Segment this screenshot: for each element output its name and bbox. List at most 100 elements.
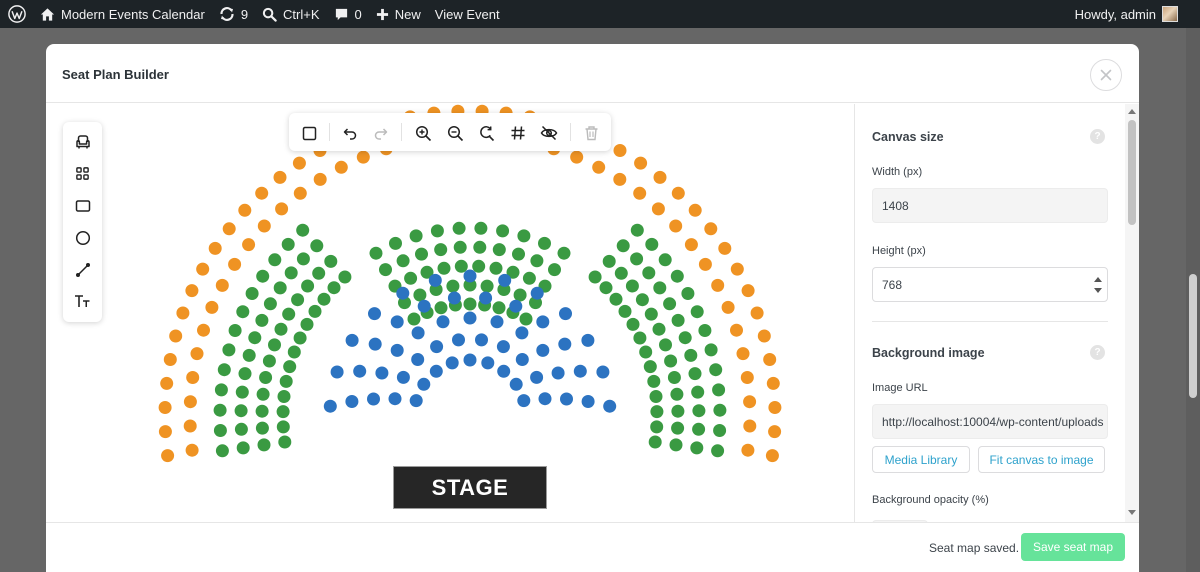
- seat[interactable]: [183, 419, 197, 433]
- seat[interactable]: [274, 322, 288, 336]
- seat[interactable]: [664, 354, 678, 368]
- seat[interactable]: [766, 376, 780, 390]
- seat[interactable]: [670, 387, 684, 401]
- seat[interactable]: [273, 281, 287, 295]
- seat[interactable]: [711, 278, 725, 292]
- seat[interactable]: [496, 224, 510, 238]
- seat[interactable]: [228, 257, 242, 271]
- seat[interactable]: [667, 371, 681, 384]
- seat[interactable]: [713, 424, 727, 437]
- seat[interactable]: [276, 420, 290, 434]
- seat[interactable]: [558, 337, 572, 351]
- seat[interactable]: [538, 392, 552, 406]
- seat[interactable]: [185, 443, 199, 457]
- seat[interactable]: [557, 246, 571, 260]
- seat[interactable]: [718, 241, 732, 255]
- seat[interactable]: [338, 270, 352, 284]
- seat[interactable]: [256, 387, 270, 401]
- seat[interactable]: [262, 354, 276, 368]
- seat[interactable]: [310, 239, 324, 253]
- seat[interactable]: [713, 403, 727, 417]
- seat[interactable]: [642, 266, 656, 280]
- seat[interactable]: [308, 304, 322, 318]
- seat[interactable]: [257, 219, 271, 233]
- seat[interactable]: [160, 376, 174, 390]
- seat[interactable]: [603, 399, 617, 413]
- seat[interactable]: [463, 297, 477, 311]
- seat[interactable]: [356, 150, 370, 164]
- seat[interactable]: [692, 422, 706, 436]
- seat[interactable]: [430, 224, 444, 238]
- seat[interactable]: [279, 374, 293, 388]
- seat[interactable]: [709, 363, 723, 377]
- seat[interactable]: [650, 405, 664, 419]
- seat[interactable]: [222, 222, 236, 236]
- page-scrollbar-thumb[interactable]: [1189, 274, 1197, 398]
- seat[interactable]: [509, 377, 523, 391]
- seat[interactable]: [236, 305, 250, 319]
- seat[interactable]: [530, 286, 544, 300]
- seat[interactable]: [515, 353, 529, 366]
- seat[interactable]: [671, 313, 685, 327]
- seat[interactable]: [639, 345, 653, 359]
- seat[interactable]: [255, 421, 269, 435]
- seat[interactable]: [711, 444, 725, 458]
- seat[interactable]: [454, 259, 468, 273]
- seat[interactable]: [653, 170, 667, 184]
- seat[interactable]: [651, 202, 665, 216]
- seat[interactable]: [389, 236, 402, 250]
- seat[interactable]: [669, 219, 683, 233]
- seat[interactable]: [736, 347, 750, 361]
- seat[interactable]: [513, 288, 527, 302]
- seat[interactable]: [633, 331, 647, 345]
- seat[interactable]: [490, 315, 504, 329]
- seat[interactable]: [515, 326, 529, 340]
- seat[interactable]: [602, 254, 616, 268]
- seat[interactable]: [293, 331, 307, 345]
- seat[interactable]: [551, 366, 565, 380]
- search-shortcut[interactable]: Ctrl+K: [255, 0, 326, 28]
- zoom-out-button[interactable]: [444, 122, 466, 144]
- seat[interactable]: [287, 345, 301, 359]
- width-input[interactable]: 1408: [872, 188, 1108, 223]
- seat[interactable]: [692, 404, 706, 418]
- seat[interactable]: [663, 297, 677, 311]
- text-tool[interactable]: [71, 290, 94, 313]
- seat[interactable]: [559, 307, 572, 321]
- seat[interactable]: [517, 229, 531, 243]
- seat[interactable]: [238, 203, 252, 217]
- seat[interactable]: [626, 317, 640, 331]
- seat[interactable]: [345, 333, 359, 347]
- seat[interactable]: [396, 286, 410, 300]
- seat[interactable]: [649, 390, 663, 403]
- line-tool[interactable]: [71, 258, 94, 281]
- seat[interactable]: [367, 392, 380, 406]
- seat[interactable]: [522, 271, 536, 285]
- seat[interactable]: [492, 243, 506, 257]
- seat[interactable]: [273, 170, 287, 184]
- seat[interactable]: [757, 329, 771, 343]
- seat[interactable]: [268, 338, 281, 352]
- seat[interactable]: [313, 172, 327, 186]
- seat[interactable]: [588, 270, 602, 284]
- seat[interactable]: [630, 223, 644, 237]
- seat[interactable]: [581, 333, 595, 347]
- seat[interactable]: [190, 347, 204, 361]
- seat[interactable]: [592, 160, 606, 174]
- seat[interactable]: [413, 288, 427, 302]
- stage-label[interactable]: STAGE: [393, 466, 547, 509]
- seat[interactable]: [530, 370, 544, 384]
- seat[interactable]: [659, 338, 672, 352]
- seat[interactable]: [684, 238, 698, 252]
- panel-scrollbar[interactable]: [1125, 104, 1139, 522]
- seat[interactable]: [498, 273, 512, 287]
- seat[interactable]: [430, 340, 444, 354]
- seat[interactable]: [409, 229, 423, 243]
- seat-tool[interactable]: [71, 130, 94, 153]
- seat[interactable]: [161, 449, 175, 463]
- zoom-in-button[interactable]: [412, 122, 434, 144]
- seat[interactable]: [293, 186, 307, 200]
- seat[interactable]: [609, 292, 623, 306]
- seat[interactable]: [282, 307, 296, 321]
- grid-tool[interactable]: [71, 162, 94, 185]
